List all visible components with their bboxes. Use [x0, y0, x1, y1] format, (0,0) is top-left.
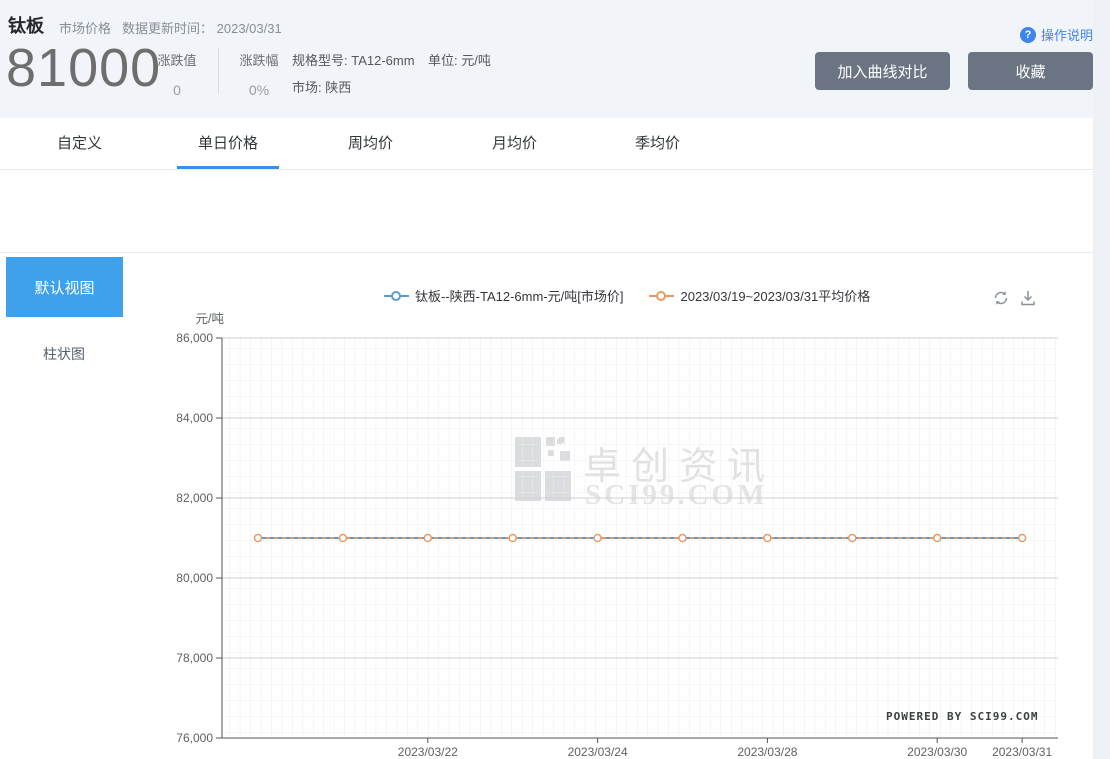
market-region: 市场: 陕西 [292, 80, 352, 95]
tab-label: 月均价 [492, 135, 538, 152]
price-chart[interactable]: 76,000 78,000 80,000 82,000 84,000 86,000 2023… [0, 253, 1093, 759]
spec-model: 规格型号: TA12-6mm [292, 53, 415, 68]
svg-text:78,000: 78,000 [176, 651, 213, 665]
chart-legend: 钛板--陕西-TA12-6mm-元/吨[市场价] 2023/03/19~2023… [384, 286, 870, 305]
page: 钛板 市场价格 数据更新时间： 2023/03/31 ? 操作说明 81000 … [0, 0, 1110, 759]
question-icon: ? [1020, 26, 1036, 43]
refresh-icon[interactable] [991, 289, 1011, 309]
update-time: 数据更新时间： 2023/03/31 [122, 18, 282, 37]
update-time-value: 2023/03/31 [216, 21, 282, 36]
legend-label: 钛板--陕西-TA12-6mm-元/吨[市场价] [415, 289, 624, 304]
change-pct-block: 涨跌幅 0% [226, 50, 292, 98]
current-price: 81000 [6, 38, 162, 98]
active-tab-underline [177, 166, 279, 169]
svg-text:80,000: 80,000 [176, 571, 213, 585]
scrollbar-track[interactable] [1093, 0, 1110, 759]
page-title: 钛板 [8, 16, 44, 36]
favorite-button[interactable]: 收藏 [968, 52, 1093, 90]
tab-quarterly-avg[interactable]: 季均价 [635, 118, 680, 169]
tab-weekly-avg[interactable]: 周均价 [348, 118, 393, 169]
tab-daily-price[interactable]: 单日价格 [177, 118, 279, 169]
time-filter: 时间周期 1个月 3个月 1年 2023/03/19 至 2023/04/19 … [0, 170, 1093, 395]
svg-text:76,000: 76,000 [176, 731, 213, 745]
change-pct: 0% [248, 82, 270, 98]
legend-item-market-price[interactable]: 钛板--陕西-TA12-6mm-元/吨[市场价] [384, 286, 623, 305]
header: 钛板 市场价格 数据更新时间： 2023/03/31 ? 操作说明 81000 … [0, 0, 1093, 118]
legend-label: 2023/03/19~2023/03/31平均价格 [680, 289, 871, 304]
change-value-block: 涨跌值 0 [146, 50, 208, 98]
powered-by-label: POWERED BY SCI99.COM [886, 710, 1039, 723]
svg-text:2023/03/31: 2023/03/31 [992, 745, 1052, 759]
tab-label: 单日价格 [198, 135, 259, 152]
price-tabs: 自定义 单日价格 周均价 月均价 季均价 [0, 118, 1093, 170]
help-link[interactable]: ? 操作说明 [1020, 25, 1093, 44]
add-compare-button[interactable]: 加入曲线对比 [815, 52, 950, 90]
market-price-label: 市场价格 [59, 21, 112, 36]
tab-label: 季均价 [635, 135, 681, 152]
change-value: 0 [173, 82, 181, 98]
legend-marker-orange [649, 290, 675, 301]
price-unit: 单位: 元/吨 [428, 53, 491, 68]
help-label: 操作说明 [1041, 28, 1094, 43]
svg-text:82,000: 82,000 [176, 491, 213, 505]
svg-text:84,000: 84,000 [176, 411, 213, 425]
tab-monthly-avg[interactable]: 月均价 [492, 118, 537, 169]
svg-text:86,000: 86,000 [176, 331, 213, 345]
change-value-label: 涨跌值 [157, 53, 197, 68]
chart-section: 默认视图 柱状图 元/吨 卓创资讯 SCI99.COM [0, 253, 1093, 759]
tab-custom[interactable]: 自定义 [57, 118, 102, 169]
tab-label: 自定义 [57, 135, 103, 152]
tab-label: 周均价 [348, 135, 394, 152]
download-icon[interactable] [1018, 289, 1038, 309]
update-time-label: 数据更新时间： [122, 21, 214, 36]
change-pct-label: 涨跌幅 [239, 53, 279, 68]
svg-text:2023/03/30: 2023/03/30 [907, 745, 967, 759]
svg-text:2023/03/24: 2023/03/24 [568, 745, 628, 759]
svg-text:2023/03/28: 2023/03/28 [737, 745, 797, 759]
divider [218, 48, 219, 94]
legend-item-average-price[interactable]: 2023/03/19~2023/03/31平均价格 [649, 286, 870, 305]
legend-marker-blue [384, 290, 409, 301]
svg-text:2023/03/22: 2023/03/22 [398, 745, 458, 759]
